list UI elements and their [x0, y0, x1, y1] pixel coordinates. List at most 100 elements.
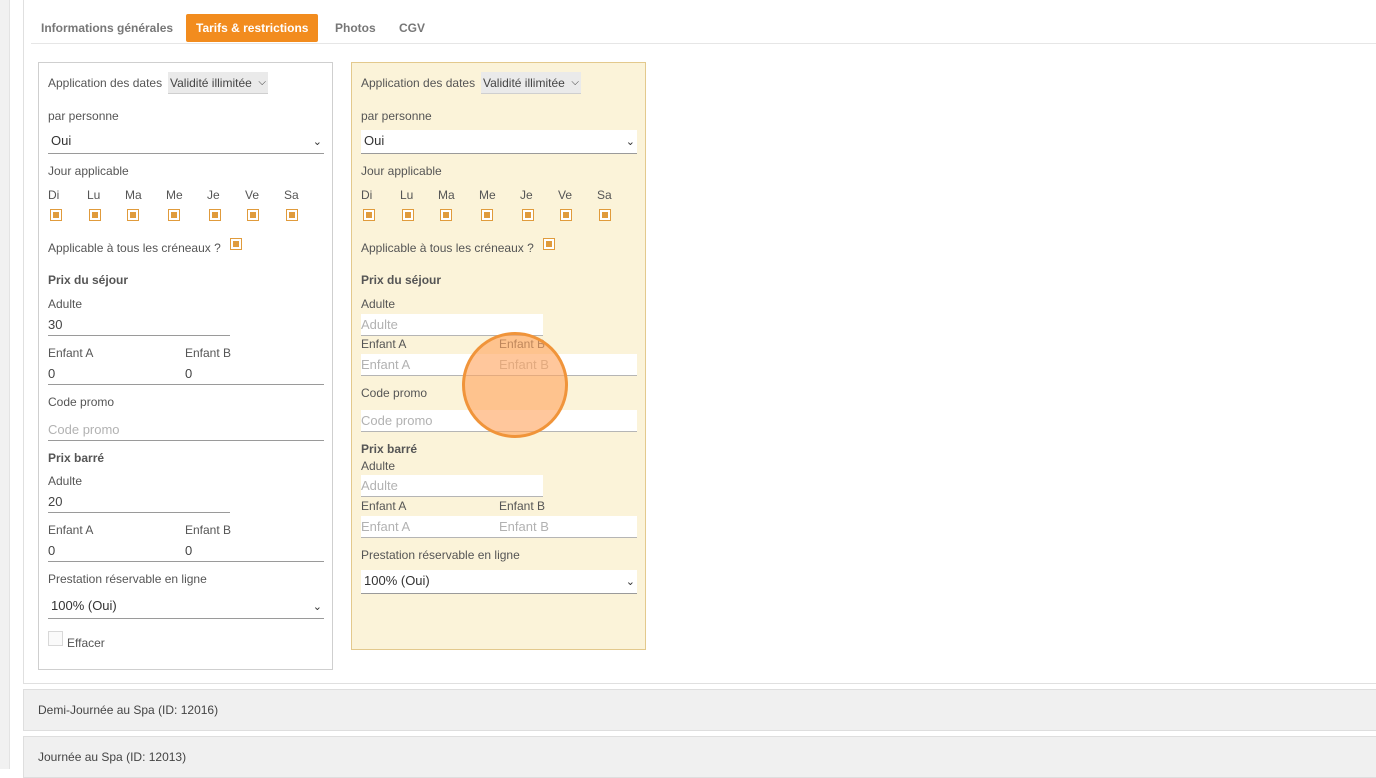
promo-code-input[interactable]: Code promo [361, 410, 637, 432]
chevron-down-icon: ⌄ [312, 136, 322, 148]
strike-child-b-input[interactable]: 0 [185, 540, 324, 562]
day-thu-checkbox[interactable] [209, 209, 221, 221]
chevron-down-icon: ⌵ [258, 77, 266, 88]
online-booking-label: Prestation réservable en ligne [361, 548, 520, 562]
strike-price-heading: Prix barré [48, 451, 105, 465]
date-application-label: Application des dates [48, 76, 163, 90]
online-booking-select[interactable]: 100% (Oui) ⌄ [48, 595, 324, 619]
delete-label: Effacer [67, 636, 105, 650]
stay-price-heading: Prix du séjour [361, 273, 442, 287]
per-person-select[interactable]: Oui ⌄ [48, 130, 324, 154]
chevron-down-icon: ⌵ [571, 77, 579, 88]
online-booking-value: 100% (Oui) [364, 573, 430, 588]
child-a-label: Enfant A [361, 337, 407, 351]
applicable-day-label: Jour applicable [361, 164, 442, 178]
day-thu-label: Je [207, 188, 220, 202]
day-thu-checkbox[interactable] [522, 209, 534, 221]
day-wed-checkbox[interactable] [168, 209, 180, 221]
tab-divider [31, 43, 1376, 44]
day-wed-label: Me [479, 188, 496, 202]
day-fri-checkbox[interactable] [247, 209, 259, 221]
day-tue-label: Ma [438, 188, 455, 202]
all-slots-checkbox[interactable] [543, 238, 555, 250]
strike-child-a-label: Enfant A [48, 523, 94, 537]
per-person-value: Oui [51, 133, 72, 148]
day-sat-checkbox[interactable] [286, 209, 298, 221]
day-tue-checkbox[interactable] [127, 209, 139, 221]
left-rail [0, 0, 10, 769]
promo-code-label: Code promo [48, 395, 115, 409]
tab-cgv[interactable]: CGV [389, 14, 435, 42]
strike-child-b-label: Enfant B [499, 499, 546, 513]
child-b-label: Enfant B [185, 346, 232, 360]
applicable-day-label: Jour applicable [48, 164, 129, 178]
all-slots-label: Applicable à tous les créneaux ? [48, 241, 221, 255]
accordion-day-spa[interactable]: Journée au Spa (ID: 12013) [23, 736, 1376, 778]
strike-adult-label: Adulte [48, 474, 83, 488]
date-application-value: Validité illimitée [170, 76, 252, 90]
rate-card-filled: Application des dates Validité illimitée… [38, 62, 333, 670]
day-sun-label: Di [361, 188, 373, 202]
strike-child-a-input[interactable]: 0 [48, 540, 185, 562]
day-thu-label: Je [520, 188, 533, 202]
child-a-price-input[interactable]: Enfant A [361, 354, 499, 376]
strike-adult-label: Adulte [361, 459, 396, 473]
child-b-label: Enfant B [499, 337, 546, 351]
strike-child-a-input[interactable]: Enfant A [361, 516, 499, 538]
all-slots-label: Applicable à tous les créneaux ? [361, 241, 534, 255]
day-sat-label: Sa [597, 188, 612, 202]
day-sun-label: Di [48, 188, 60, 202]
accordion-title: Journée au Spa (ID: 12013) [38, 750, 187, 764]
strike-adult-input[interactable]: Adulte [361, 475, 543, 497]
adult-price-label: Adulte [48, 297, 83, 311]
online-booking-select[interactable]: 100% (Oui) ⌄ [361, 570, 637, 594]
per-person-select[interactable]: Oui ⌄ [361, 130, 637, 154]
accordion-half-day-spa[interactable]: Demi-Journée au Spa (ID: 12016) [23, 689, 1376, 731]
date-application-select[interactable]: Validité illimitée ⌵ [481, 72, 581, 94]
chevron-down-icon: ⌄ [625, 136, 635, 148]
day-fri-label: Ve [558, 188, 573, 202]
chevron-down-icon: ⌄ [312, 601, 322, 613]
child-b-price-input[interactable]: Enfant B [499, 354, 637, 376]
tab-rates-restrictions[interactable]: Tarifs & restrictions [186, 14, 319, 42]
day-tue-checkbox[interactable] [440, 209, 452, 221]
adult-price-label: Adulte [361, 297, 396, 311]
adult-price-input[interactable]: 30 [48, 314, 230, 336]
chevron-down-icon: ⌄ [625, 576, 635, 588]
child-a-price-input[interactable]: 0 [48, 363, 185, 385]
date-application-value: Validité illimitée [483, 76, 565, 90]
strike-price-heading: Prix barré [361, 442, 418, 456]
day-mon-checkbox[interactable] [89, 209, 101, 221]
day-sat-checkbox[interactable] [599, 209, 611, 221]
child-b-price-input[interactable]: 0 [185, 363, 324, 385]
rate-card-new: Application des dates Validité illimitée… [351, 62, 646, 650]
day-mon-checkbox[interactable] [402, 209, 414, 221]
day-wed-label: Me [166, 188, 183, 202]
date-application-label: Application des dates [361, 76, 476, 90]
per-person-label: par personne [361, 109, 432, 123]
stay-price-heading: Prix du séjour [48, 273, 129, 287]
adult-price-input[interactable]: Adulte [361, 314, 543, 336]
strike-child-b-input[interactable]: Enfant B [499, 516, 637, 538]
day-sun-checkbox[interactable] [50, 209, 62, 221]
accordion-title: Demi-Journée au Spa (ID: 12016) [38, 703, 219, 717]
day-sun-checkbox[interactable] [363, 209, 375, 221]
child-a-label: Enfant A [48, 346, 94, 360]
day-mon-label: Lu [87, 188, 101, 202]
online-booking-label: Prestation réservable en ligne [48, 572, 207, 586]
tab-photos[interactable]: Photos [325, 14, 386, 42]
strike-adult-input[interactable]: 20 [48, 491, 230, 513]
online-booking-value: 100% (Oui) [51, 598, 117, 613]
all-slots-checkbox[interactable] [230, 238, 242, 250]
tab-general-info[interactable]: Informations générales [31, 14, 183, 42]
day-sat-label: Sa [284, 188, 299, 202]
date-application-select[interactable]: Validité illimitée ⌵ [168, 72, 268, 94]
day-fri-checkbox[interactable] [560, 209, 572, 221]
promo-code-input[interactable]: Code promo [48, 419, 324, 441]
promo-code-label: Code promo [361, 386, 428, 400]
day-tue-label: Ma [125, 188, 142, 202]
day-wed-checkbox[interactable] [481, 209, 493, 221]
per-person-value: Oui [364, 133, 385, 148]
day-mon-label: Lu [400, 188, 414, 202]
delete-checkbox[interactable] [48, 631, 63, 646]
